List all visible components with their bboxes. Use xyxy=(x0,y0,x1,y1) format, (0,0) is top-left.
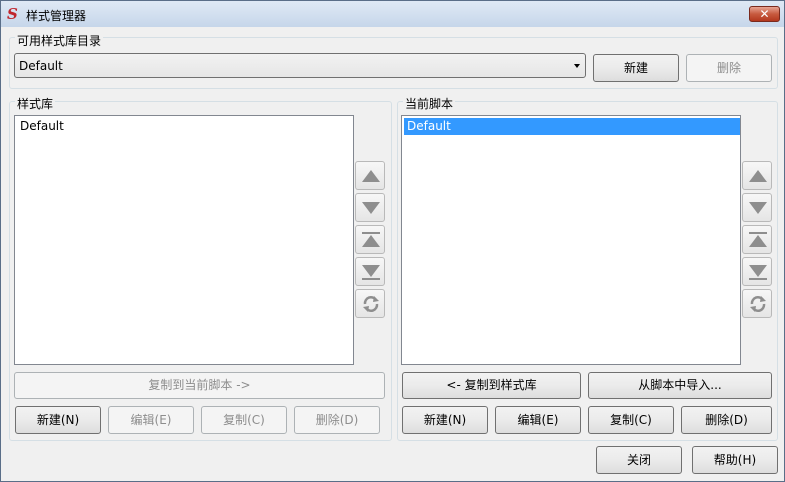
window-close-button[interactable]: ✕ xyxy=(749,6,780,22)
current-script-list[interactable]: Default xyxy=(401,115,741,365)
script-style-new-button[interactable]: 新建(N) xyxy=(402,406,488,434)
library-dir-value: Default xyxy=(19,59,63,73)
current-script-label: 当前脚本 xyxy=(403,95,456,112)
library-move-down-button[interactable] xyxy=(355,193,385,222)
library-move-up-button[interactable] xyxy=(355,161,385,190)
script-move-top-button[interactable] xyxy=(742,225,772,254)
move-down-icon xyxy=(362,202,380,214)
chevron-down-icon xyxy=(574,64,580,68)
library-delete-button[interactable]: 删除 xyxy=(686,54,772,82)
library-dir-combo[interactable]: Default xyxy=(14,53,586,78)
script-sort-button[interactable] xyxy=(742,289,772,318)
help-button[interactable]: 帮助(H) xyxy=(692,446,778,474)
script-move-bottom-button[interactable] xyxy=(742,257,772,286)
sort-icon xyxy=(363,296,379,312)
script-style-copy-button[interactable]: 复制(C) xyxy=(588,406,674,434)
window-title: 样式管理器 xyxy=(26,9,87,23)
script-style-delete-button[interactable]: 删除(D) xyxy=(681,406,772,434)
library-style-copy-button[interactable]: 复制(C) xyxy=(201,406,287,434)
import-from-script-button[interactable]: 从脚本中导入... xyxy=(588,372,772,399)
library-move-top-button[interactable] xyxy=(355,225,385,254)
library-style-delete-button[interactable]: 删除(D) xyxy=(294,406,380,434)
style-library-label: 样式库 xyxy=(15,95,56,112)
list-item[interactable]: Default xyxy=(17,118,351,135)
move-bottom-icon xyxy=(362,265,380,280)
library-move-bottom-button[interactable] xyxy=(355,257,385,286)
library-dir-label: 可用样式库目录 xyxy=(15,32,104,49)
move-top-icon xyxy=(362,232,380,247)
move-top-icon xyxy=(749,232,767,247)
close-button[interactable]: 关闭 xyxy=(596,446,682,474)
script-move-down-button[interactable] xyxy=(742,193,772,222)
move-bottom-icon xyxy=(749,265,767,280)
move-down-icon xyxy=(749,202,767,214)
style-library-list[interactable]: Default xyxy=(14,115,354,365)
copy-to-script-button[interactable]: 复制到当前脚本 -> xyxy=(14,372,385,399)
move-up-icon xyxy=(362,170,380,182)
app-icon: S xyxy=(7,5,18,23)
script-move-up-button[interactable] xyxy=(742,161,772,190)
library-new-button[interactable]: 新建 xyxy=(593,54,679,82)
library-style-new-button[interactable]: 新建(N) xyxy=(15,406,101,434)
list-item[interactable]: Default xyxy=(404,118,740,135)
library-sort-button[interactable] xyxy=(355,289,385,318)
copy-to-library-button[interactable]: <- 复制到样式库 xyxy=(402,372,581,399)
title-bar: S 样式管理器 ✕ xyxy=(1,1,784,27)
move-up-icon xyxy=(749,170,767,182)
style-manager-window: S 样式管理器 ✕ 可用样式库目录 Default 新建 删除 样式库 Defa… xyxy=(0,0,785,482)
script-style-edit-button[interactable]: 编辑(E) xyxy=(495,406,581,434)
sort-icon xyxy=(750,296,766,312)
library-style-edit-button[interactable]: 编辑(E) xyxy=(108,406,194,434)
dialog-body: 可用样式库目录 Default 新建 删除 样式库 Default 复制到当前脚… xyxy=(1,27,784,481)
